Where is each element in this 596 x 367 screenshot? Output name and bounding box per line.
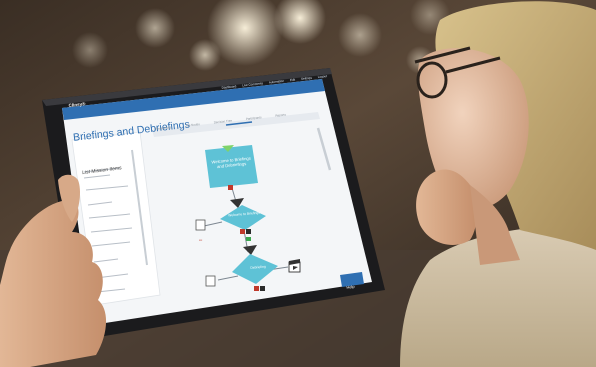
nav-edit[interactable]: Edit	[290, 78, 296, 83]
node-handle-icon[interactable]	[246, 229, 251, 234]
node-handle-icon[interactable]	[260, 286, 265, 291]
document-icon[interactable]	[195, 219, 206, 231]
node-status-icon	[246, 237, 251, 241]
node-handle-icon[interactable]	[240, 229, 245, 234]
nav-dashboard[interactable]: Dashboard	[221, 84, 236, 90]
nav-logout[interactable]: Logout	[318, 74, 328, 79]
nav-automation[interactable]: Automation	[269, 79, 285, 85]
sidebar-heading: List Mission Items	[82, 165, 122, 177]
doc-caption: ▪▪▪	[199, 238, 202, 242]
app-logo[interactable]: Clinsy®	[68, 101, 85, 108]
nav-live-comments[interactable]: Live Comments	[242, 81, 263, 87]
film-icon[interactable]	[288, 259, 301, 273]
node-handle-icon[interactable]	[254, 286, 259, 291]
document-icon[interactable]	[205, 275, 216, 287]
photo-scene: ▪▪▪ Clinsy® Dashboard Live Comments Auto…	[0, 0, 596, 367]
photo-canvas: ▪▪▪	[0, 0, 596, 367]
help-label[interactable]: Help	[346, 284, 355, 290]
tablet-screen: ▪▪▪	[62, 79, 372, 325]
nav-settings[interactable]: Settings	[301, 76, 312, 81]
node-handle-icon[interactable]	[228, 185, 233, 190]
